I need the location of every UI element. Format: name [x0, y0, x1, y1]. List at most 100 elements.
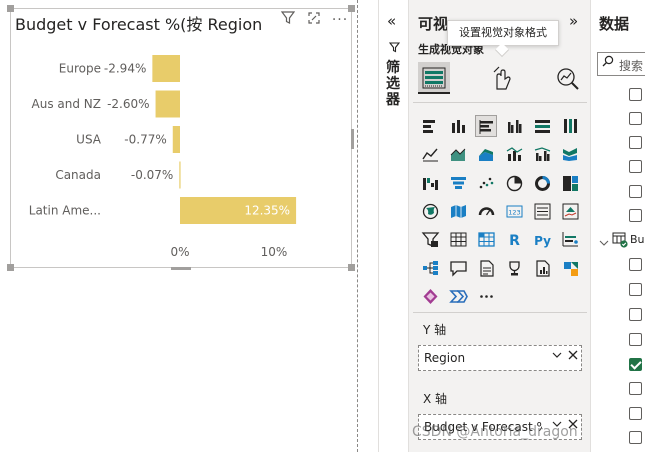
- table-item[interactable]: Bu: [597, 232, 645, 252]
- data-pane: 数据 搜索 Bu: [590, 0, 645, 452]
- resize-handle-bottom[interactable]: [171, 267, 191, 270]
- gauge-icon[interactable]: [475, 200, 497, 222]
- report-canvas: Budget v Forecast %(按 Region ··· Europe -…: [0, 0, 360, 452]
- scatter-chart-icon[interactable]: [475, 172, 497, 194]
- bar[interactable]: [155, 90, 180, 118]
- slicer-icon[interactable]: [419, 228, 441, 250]
- y-axis-well-label: Y 轴: [423, 323, 447, 337]
- kpi-icon[interactable]: [559, 200, 581, 222]
- format-visual-icon[interactable]: [485, 62, 517, 94]
- data-label: 12.35%: [244, 204, 290, 218]
- chevron-down-icon[interactable]: [599, 233, 609, 252]
- waterfall-chart-icon[interactable]: [419, 172, 441, 194]
- data-label: -2.94%: [104, 62, 146, 76]
- matrix-icon[interactable]: [475, 228, 497, 250]
- r-visual-icon[interactable]: R: [503, 228, 525, 250]
- field-checkbox[interactable]: [629, 308, 642, 321]
- python-visual-icon[interactable]: Py: [531, 228, 553, 250]
- field-checkbox[interactable]: [629, 407, 642, 420]
- smart-narrative-icon[interactable]: [475, 257, 497, 279]
- field-checkbox[interactable]: [629, 136, 642, 149]
- line-and-column-chart-icon[interactable]: [503, 143, 525, 165]
- 100-stacked-column-chart-icon[interactable]: [559, 115, 581, 137]
- visualizations-pane: 可视 » 生成视觉对象 设置视觉对象格式 123RPy Y 轴 Region: [408, 0, 590, 452]
- resize-handle-bottom-left[interactable]: [7, 264, 14, 271]
- resize-handle-top-left[interactable]: [7, 5, 14, 12]
- resize-handle-bottom-right[interactable]: [348, 264, 355, 271]
- category-label: Canada: [55, 168, 101, 182]
- category-label: Europe: [59, 62, 101, 76]
- field-checkbox[interactable]: [629, 112, 642, 125]
- divider: [413, 312, 587, 313]
- resize-handle-top-right[interactable]: [348, 5, 355, 12]
- chevron-down-icon[interactable]: [551, 349, 563, 365]
- stacked-area-chart-icon[interactable]: [475, 143, 497, 165]
- power-apps-icon[interactable]: [419, 285, 441, 307]
- stacked-column-chart-icon[interactable]: [447, 115, 469, 137]
- table-name: Bu: [630, 233, 645, 246]
- field-checkbox[interactable]: [629, 283, 642, 296]
- arcgis-icon[interactable]: [447, 285, 469, 307]
- treemap-icon[interactable]: [559, 172, 581, 194]
- field-checkbox[interactable]: [629, 160, 642, 173]
- field-checkbox[interactable]: [629, 431, 642, 444]
- decomposition-tree-icon[interactable]: [419, 257, 441, 279]
- table-icon: [612, 232, 628, 252]
- pie-chart-icon[interactable]: [503, 172, 525, 194]
- divider: [413, 102, 587, 103]
- bar[interactable]: [179, 161, 181, 189]
- filled-map-icon[interactable]: [447, 200, 469, 222]
- funnel-chart-icon[interactable]: [447, 172, 469, 194]
- analytics-icon[interactable]: [551, 62, 583, 94]
- x-tick-label: 10%: [261, 245, 288, 259]
- y-axis-field[interactable]: Region: [418, 345, 582, 371]
- field-checkbox[interactable]: [629, 185, 642, 198]
- field-checkbox[interactable]: [629, 88, 642, 101]
- multi-row-card-icon[interactable]: [531, 200, 553, 222]
- bar[interactable]: [152, 55, 180, 82]
- area-chart-icon[interactable]: [447, 143, 469, 165]
- key-influencers-icon[interactable]: [559, 228, 581, 250]
- field-checkbox[interactable]: [629, 382, 642, 395]
- watermark: CSDN @Antoria_dragon: [412, 424, 578, 440]
- collapse-chevron-icon[interactable]: »: [569, 12, 578, 30]
- data-pane-title: 数据: [599, 15, 630, 33]
- bar[interactable]: [172, 126, 180, 153]
- donut-chart-icon[interactable]: [531, 172, 553, 194]
- chart-plot-area: Europe -2.94% Aus and NZ -2.60% USA -0.77% Can…: [29, 55, 297, 259]
- line-chart-icon[interactable]: [419, 143, 441, 165]
- field-checkbox[interactable]: [629, 209, 642, 222]
- data-label: -2.60%: [107, 97, 149, 111]
- map-icon[interactable]: [419, 200, 441, 222]
- metrics-icon[interactable]: [503, 257, 525, 279]
- card-icon[interactable]: 123: [503, 200, 525, 222]
- remove-field-icon[interactable]: [567, 349, 579, 365]
- svg-text:R: R: [509, 233, 520, 249]
- resize-handle-right[interactable]: [351, 129, 354, 149]
- category-label: USA: [76, 133, 102, 147]
- filter-icon: [388, 42, 401, 56]
- filters-pane-collapsed[interactable]: « 筛选器: [378, 0, 408, 452]
- line-and-clustered-column-chart-icon[interactable]: [531, 143, 553, 165]
- stacked-bar-chart-icon[interactable]: [419, 115, 441, 137]
- field-checkbox[interactable]: [629, 358, 642, 371]
- visualizations-pane-title: 可视: [418, 15, 449, 33]
- bar-chart-visual[interactable]: Budget v Forecast %(按 Region ··· Europe -…: [7, 5, 355, 271]
- 100-stacked-bar-chart-icon[interactable]: [531, 115, 553, 137]
- field-checkbox[interactable]: [629, 258, 642, 271]
- table-icon[interactable]: [447, 228, 469, 250]
- category-label: Latin Ame...: [29, 204, 101, 218]
- y-axis-field-name: Region: [424, 351, 466, 365]
- paginated-report-icon[interactable]: [531, 257, 553, 279]
- power-automate-icon[interactable]: [559, 257, 581, 279]
- expand-chevron-icon[interactable]: «: [387, 12, 396, 30]
- field-checkbox[interactable]: [629, 333, 642, 346]
- clustered-bar-chart-icon[interactable]: [475, 115, 497, 137]
- clustered-column-chart-icon[interactable]: [503, 115, 525, 137]
- search-icon: [602, 55, 614, 71]
- ribbon-chart-icon[interactable]: [559, 143, 581, 165]
- search-input[interactable]: 搜索: [597, 52, 645, 76]
- more-visuals-icon[interactable]: [475, 285, 497, 307]
- build-visual-icon[interactable]: [418, 62, 450, 94]
- qa-icon[interactable]: [447, 257, 469, 279]
